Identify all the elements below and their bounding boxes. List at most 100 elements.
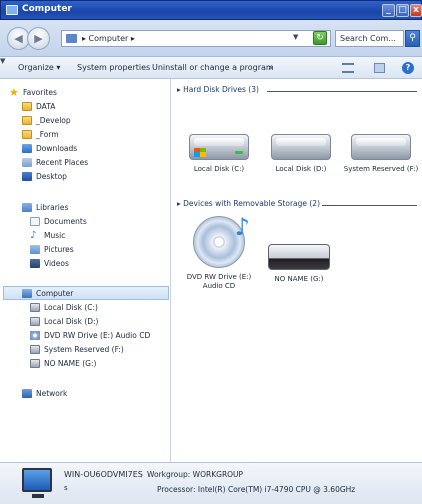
sidebar-item-local-disk-d[interactable]: Local Disk (D:) <box>30 315 98 327</box>
videos-icon <box>30 258 40 268</box>
drive-label: Local Disk (C:) <box>193 165 245 173</box>
help-icon[interactable]: ? <box>402 62 414 74</box>
sidebar-item-label: Network <box>36 388 68 398</box>
drive-item-f[interactable]: System Reserved (F:) <box>342 134 420 174</box>
sidebar-item-label: Libraries <box>36 202 69 212</box>
downloads-icon <box>22 143 32 153</box>
sidebar-item-favorites[interactable]: ★ Favorites <box>9 86 57 98</box>
sidebar-item-label: DATA <box>36 101 56 111</box>
change-view-icon[interactable] <box>342 63 354 73</box>
sidebar-item-label: NO NAME (G:) <box>44 358 97 368</box>
sidebar-item-dvd-drive[interactable]: DVD RW Drive (E:) Audio CD <box>30 329 150 341</box>
computer-monitor-icon <box>22 468 52 492</box>
sidebar-item-documents[interactable]: Documents <box>30 215 87 227</box>
address-dropdown-icon[interactable]: ▼ <box>293 33 298 41</box>
address-row: ◀ ▶ ▸ Computer ▸ ▼ ↻ Search Com... ⚲ <box>0 20 422 57</box>
sidebar-item-label: DVD RW Drive (E:) Audio CD <box>44 330 151 340</box>
computer-icon <box>22 288 32 298</box>
drive-label: Local Disk (D:) <box>275 165 327 173</box>
organize-button[interactable]: Organize ▾ <box>18 63 60 72</box>
search-placeholder: Search Com... <box>340 34 396 43</box>
sidebar-item-libraries[interactable]: Libraries <box>22 201 68 213</box>
group-divider <box>267 91 417 92</box>
drive-icon <box>30 302 40 312</box>
close-button[interactable]: x <box>410 4 422 17</box>
sidebar-item-label: _Develop <box>36 115 71 125</box>
sidebar-item-downloads[interactable]: Downloads <box>22 142 77 154</box>
processor-info: Processor: Intel(R) Core(TM) i7-4790 CPU… <box>157 485 356 494</box>
more-commands-button[interactable]: » <box>268 63 273 72</box>
refresh-icon[interactable]: ↻ <box>313 31 327 45</box>
system-properties-button[interactable]: System properties <box>77 63 150 72</box>
folder-icon <box>22 129 32 139</box>
minimize-button[interactable]: _ <box>382 4 395 17</box>
sidebar-item-data[interactable]: DATA <box>22 100 55 112</box>
search-icon[interactable]: ⚲ <box>405 30 420 47</box>
audio-cd-icon: ♪ <box>193 215 250 268</box>
sidebar-item-label: Videos <box>44 258 69 268</box>
hard-disk-group-header[interactable]: ▸ Hard Disk Drives (3) <box>177 85 259 97</box>
desktop-icon <box>22 171 32 181</box>
sidebar-item-desktop[interactable]: Desktop <box>22 170 67 182</box>
sidebar-item-music[interactable]: ♪ Music <box>30 229 65 241</box>
star-icon: ★ <box>9 85 19 99</box>
sidebar-item-local-disk-c[interactable]: Local Disk (C:) <box>30 301 98 313</box>
sidebar-item-label: _Form <box>36 129 59 139</box>
sidebar-item-network[interactable]: Network <box>22 387 67 399</box>
sidebar-item-computer[interactable]: Computer <box>22 287 73 299</box>
sidebar-item-pictures[interactable]: Pictures <box>30 243 74 255</box>
sidebar-item-label: Music <box>44 230 66 240</box>
network-icon <box>22 388 32 398</box>
computer-name: WIN-OU6ODVMI7ES <box>64 470 143 479</box>
forward-button[interactable]: ▶ <box>27 27 50 50</box>
drive-item-c[interactable]: Local Disk (C:) <box>180 134 258 174</box>
drive-item-e[interactable]: ♪ DVD RW Drive (E:) Audio CD <box>180 215 258 291</box>
libraries-icon <box>22 202 32 212</box>
sidebar-item-label: Downloads <box>36 143 78 153</box>
sidebar-item-label: Desktop <box>36 171 67 181</box>
pictures-icon <box>30 244 40 254</box>
maximize-button[interactable]: □ <box>396 4 409 17</box>
preview-pane-icon[interactable] <box>374 63 385 73</box>
sidebar-item-label: Local Disk (D:) <box>44 316 99 326</box>
sidebar-item-develop[interactable]: _Develop <box>22 114 71 126</box>
drive-icon <box>30 344 40 354</box>
monitor-stand <box>32 494 44 498</box>
hard-drive-icon <box>351 134 411 160</box>
sidebar-item-form[interactable]: _Form <box>22 128 59 140</box>
folder-icon <box>22 115 32 125</box>
drive-label: NO NAME (G:) <box>274 275 324 283</box>
drive-label: DVD RW Drive (E:) Audio CD <box>186 273 252 290</box>
removable-group-label: Devices with Removable Storage (2) <box>183 199 321 208</box>
sidebar-item-videos[interactable]: Videos <box>30 257 69 269</box>
sidebar-item-label: Documents <box>44 216 87 226</box>
sidebar-item-no-name-g[interactable]: NO NAME (G:) <box>30 357 96 369</box>
drive-item-g[interactable]: NO NAME (G:) <box>260 234 338 284</box>
sidebar-item-label: Computer <box>36 288 74 298</box>
workgroup-info: Workgroup: WORKGROUP <box>147 470 244 479</box>
windows-drive-icon <box>189 134 249 160</box>
command-bar: Organize ▾ System properties Uninstall o… <box>0 57 422 79</box>
folder-icon <box>22 101 32 111</box>
music-icon: ♪ <box>30 229 37 241</box>
hard-disk-group-label: Hard Disk Drives (3) <box>183 85 259 94</box>
sidebar-item-label: System Reserved (F:) <box>44 344 124 354</box>
drive-icon <box>30 316 40 326</box>
group-divider <box>322 205 417 206</box>
title-bar: Computer _ □ x <box>0 0 422 20</box>
computer-window-icon <box>6 5 18 15</box>
computer-address-icon <box>66 34 77 43</box>
drive-item-d[interactable]: Local Disk (D:) <box>262 134 340 174</box>
removable-drive-icon <box>268 244 330 270</box>
uninstall-program-button[interactable]: Uninstall or change a program <box>152 63 274 72</box>
address-bar[interactable]: ▸ Computer ▸ <box>61 30 331 47</box>
documents-icon <box>30 216 40 226</box>
drive-icon <box>30 358 40 368</box>
sidebar-item-label: Pictures <box>44 244 74 254</box>
removable-group-header[interactable]: ▸ Devices with Removable Storage (2) <box>177 199 320 211</box>
sidebar-item-label: Favorites <box>23 87 57 97</box>
sidebar-item-system-reserved[interactable]: System Reserved (F:) <box>30 343 124 355</box>
sidebar-item-recent-places[interactable]: Recent Places <box>22 156 88 168</box>
search-input[interactable]: Search Com... <box>335 30 404 47</box>
details-pane: WIN-OU6ODVMI7ES Workgroup: WORKGROUP s P… <box>0 462 422 504</box>
